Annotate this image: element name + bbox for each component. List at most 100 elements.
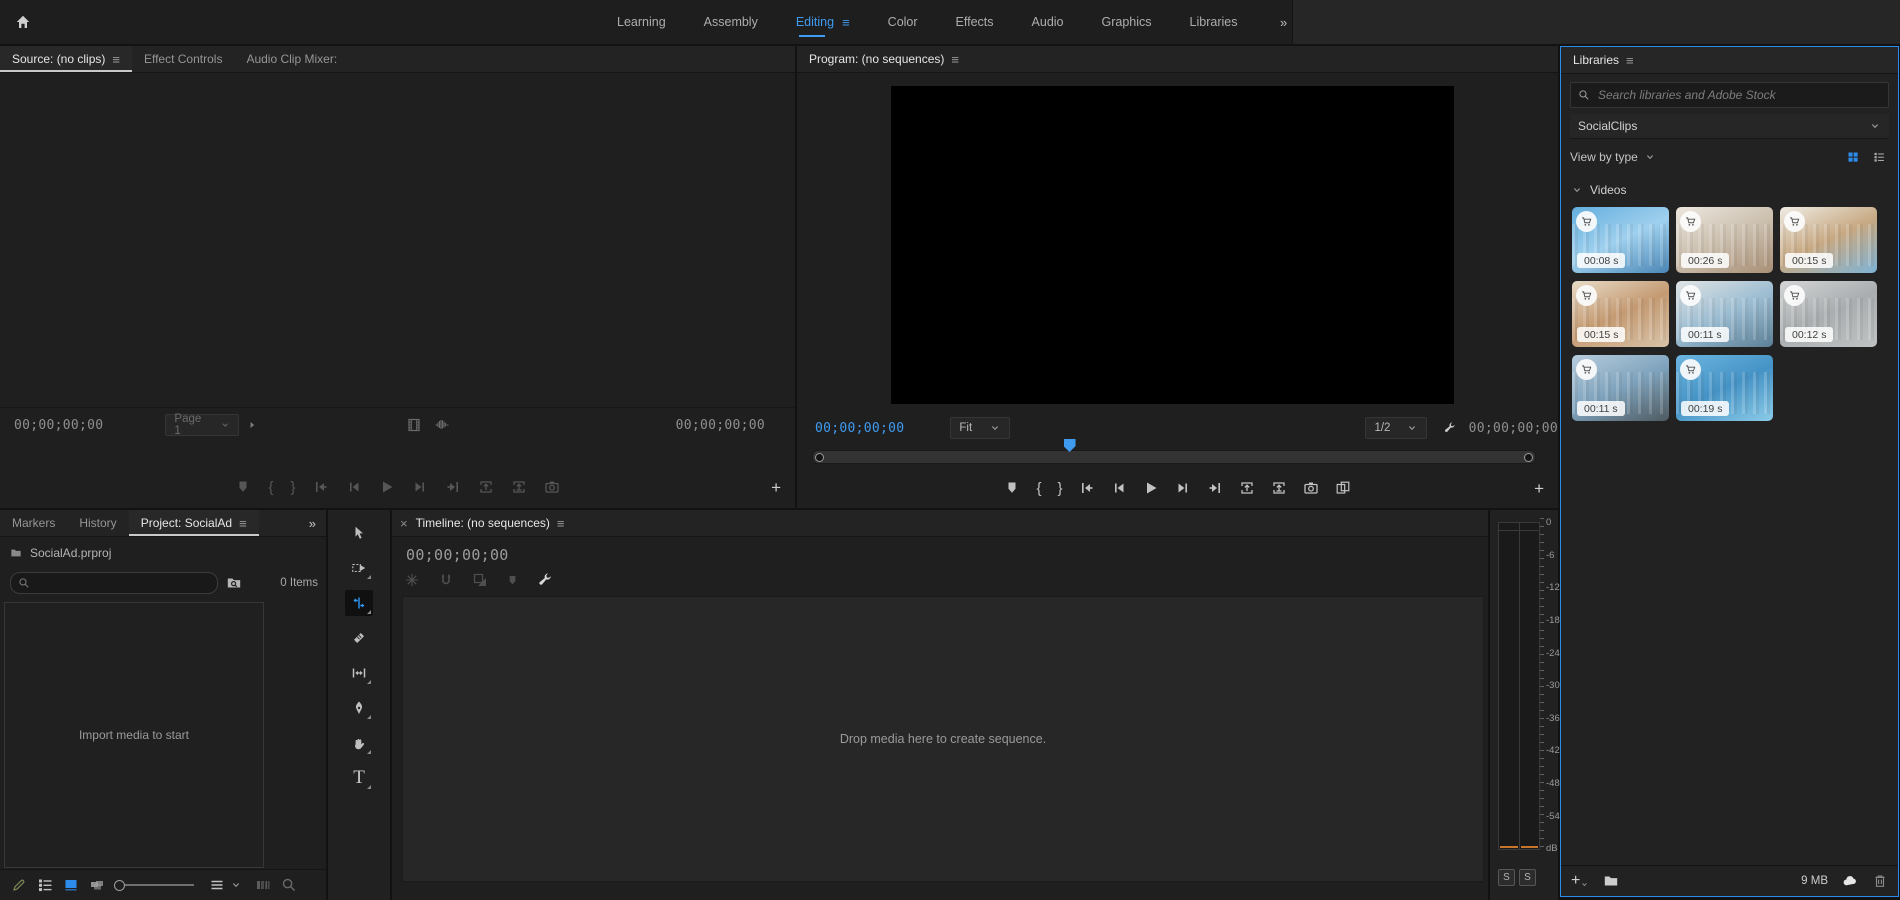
videos-section-header[interactable]: Videos — [1565, 179, 1894, 201]
page-play-icon[interactable] — [246, 419, 258, 431]
export-frame-button[interactable] — [544, 479, 560, 495]
settings-wrench-icon[interactable] — [1443, 420, 1456, 436]
mark-out-button[interactable]: } — [1058, 480, 1063, 497]
insert-overwrite-sequence-icon[interactable] — [404, 572, 420, 588]
home-button[interactable] — [8, 8, 38, 36]
project-freeform-view-button[interactable] — [84, 877, 110, 893]
program-scrubber[interactable] — [812, 450, 1536, 464]
workspace-tab-graphics[interactable]: Graphics — [1083, 0, 1171, 44]
timeline-drop-area[interactable]: Drop media here to create sequence. — [402, 596, 1484, 882]
playhead-marker[interactable] — [1064, 439, 1076, 452]
add-to-cart-icon[interactable] — [1576, 211, 1597, 232]
scrubber-end-knob[interactable] — [1524, 453, 1533, 462]
add-to-cart-icon[interactable] — [1576, 285, 1597, 306]
video-thumbnail[interactable]: 00:12 s — [1780, 281, 1877, 347]
audio-meters[interactable] — [1498, 522, 1540, 850]
playback-resolution-selector[interactable]: 1/2 — [1365, 417, 1427, 439]
tool-razor[interactable] — [345, 625, 373, 651]
go-to-out-button[interactable] — [445, 479, 461, 495]
source-page-selector[interactable]: Page 1 — [165, 414, 239, 436]
project-tab-project-socialad[interactable]: Project: SocialAd≡ — [129, 510, 259, 536]
add-marker-button[interactable] — [1004, 480, 1020, 496]
button-editor-add[interactable]: + — [771, 479, 781, 496]
thumbnail-zoom-slider[interactable] — [116, 884, 194, 886]
add-to-cart-icon[interactable] — [1680, 285, 1701, 306]
button-editor-add[interactable]: + — [1534, 480, 1544, 497]
add-library-item-button[interactable]: + — [1571, 873, 1589, 889]
solo-button[interactable]: S — [1498, 869, 1515, 886]
list-view-button[interactable] — [1869, 148, 1889, 166]
step-back-button[interactable] — [1111, 480, 1127, 496]
panel-overflow-button[interactable]: » — [299, 516, 326, 531]
search-bins-icon[interactable] — [226, 575, 242, 591]
extract-button[interactable] — [1271, 480, 1287, 496]
workspace-tab-libraries[interactable]: Libraries — [1171, 0, 1257, 44]
project-media-list[interactable]: Import media to start — [4, 602, 264, 868]
workspace-tab-learning[interactable]: Learning — [598, 0, 685, 44]
tool-ripple-edit[interactable] — [345, 590, 373, 616]
zoom-level-selector[interactable]: Fit — [950, 417, 1010, 439]
close-panel-icon[interactable]: × — [392, 516, 412, 531]
source-tab-audio-clip-mixer[interactable]: Audio Clip Mixer: — [234, 46, 349, 72]
new-folder-icon[interactable] — [1603, 873, 1619, 889]
source-tab-source-no-clips[interactable]: Source: (no clips)≡ — [0, 46, 132, 72]
tool-track-select-forward[interactable] — [345, 555, 373, 581]
view-by-type-label[interactable]: View by type — [1570, 150, 1638, 164]
drag-audio-icon[interactable] — [434, 417, 450, 433]
panel-menu-icon[interactable]: ≡ — [951, 52, 959, 67]
panel-menu-icon[interactable]: ≡ — [239, 516, 247, 531]
program-video-display[interactable] — [891, 86, 1454, 404]
solo-button[interactable]: S — [1519, 869, 1536, 886]
add-to-cart-icon[interactable] — [1576, 359, 1597, 380]
workspace-tab-audio[interactable]: Audio — [1013, 0, 1083, 44]
tool-hand[interactable] — [345, 730, 373, 756]
video-thumbnail[interactable]: 00:15 s — [1572, 281, 1669, 347]
timeline-settings-wrench-icon[interactable] — [537, 572, 553, 588]
linked-selection-icon[interactable] — [472, 572, 488, 588]
lift-button[interactable] — [1239, 480, 1255, 496]
timeline-panel-tab[interactable]: Timeline: (no sequences) ≡ — [412, 510, 577, 536]
tool-type[interactable]: T — [345, 765, 373, 791]
step-forward-button[interactable] — [412, 479, 428, 495]
timeline-timecode[interactable]: 00;00;00;00 — [406, 546, 509, 564]
source-tab-effect-controls[interactable]: Effect Controls — [132, 46, 234, 72]
grid-view-button[interactable] — [1843, 148, 1863, 166]
video-thumbnail[interactable]: 00:08 s — [1572, 207, 1669, 273]
play-button[interactable] — [379, 479, 395, 495]
tool-slip[interactable] — [345, 660, 373, 686]
project-file-breadcrumb[interactable]: SocialAd.prproj — [10, 546, 111, 560]
automate-to-sequence-button[interactable] — [250, 877, 276, 893]
workspace-tab-editing[interactable]: Editing≡ — [777, 0, 869, 44]
libraries-search-input[interactable] — [1596, 87, 1881, 103]
add-to-cart-icon[interactable] — [1680, 359, 1701, 380]
go-to-in-button[interactable] — [313, 479, 329, 495]
tool-selection[interactable] — [345, 520, 373, 546]
panel-menu-icon[interactable]: ≡ — [112, 52, 120, 67]
video-thumbnail[interactable]: 00:15 s — [1780, 207, 1877, 273]
add-marker-button[interactable] — [235, 479, 251, 495]
workspace-tab-effects[interactable]: Effects — [937, 0, 1013, 44]
panel-menu-icon[interactable]: ≡ — [557, 516, 565, 531]
zoom-slider-knob[interactable] — [114, 880, 125, 891]
add-to-cart-icon[interactable] — [1680, 211, 1701, 232]
go-to-in-button[interactable] — [1079, 480, 1095, 496]
mark-in-button[interactable]: { — [268, 479, 273, 496]
project-icon-view-button[interactable] — [58, 877, 84, 893]
step-back-button[interactable] — [346, 479, 362, 495]
project-search-field[interactable] — [10, 572, 218, 594]
tool-pen[interactable] — [345, 695, 373, 721]
program-panel-tab[interactable]: Program: (no sequences) ≡ — [797, 46, 971, 72]
video-thumbnail[interactable]: 00:26 s — [1676, 207, 1773, 273]
video-thumbnail[interactable]: 00:11 s — [1572, 355, 1669, 421]
add-marker-icon[interactable] — [506, 574, 519, 587]
scrubber-start-knob[interactable] — [815, 453, 824, 462]
video-thumbnail[interactable]: 00:19 s — [1676, 355, 1773, 421]
workspace-overflow-button[interactable]: » — [1268, 0, 1299, 44]
project-search-input[interactable] — [35, 576, 210, 590]
workspace-tab-color[interactable]: Color — [869, 0, 937, 44]
edit-pencil-icon[interactable] — [6, 877, 32, 893]
overwrite-button[interactable] — [511, 479, 527, 495]
workspace-tab-assembly[interactable]: Assembly — [685, 0, 777, 44]
go-to-out-button[interactable] — [1207, 480, 1223, 496]
project-tab-markers[interactable]: Markers — [0, 510, 67, 536]
